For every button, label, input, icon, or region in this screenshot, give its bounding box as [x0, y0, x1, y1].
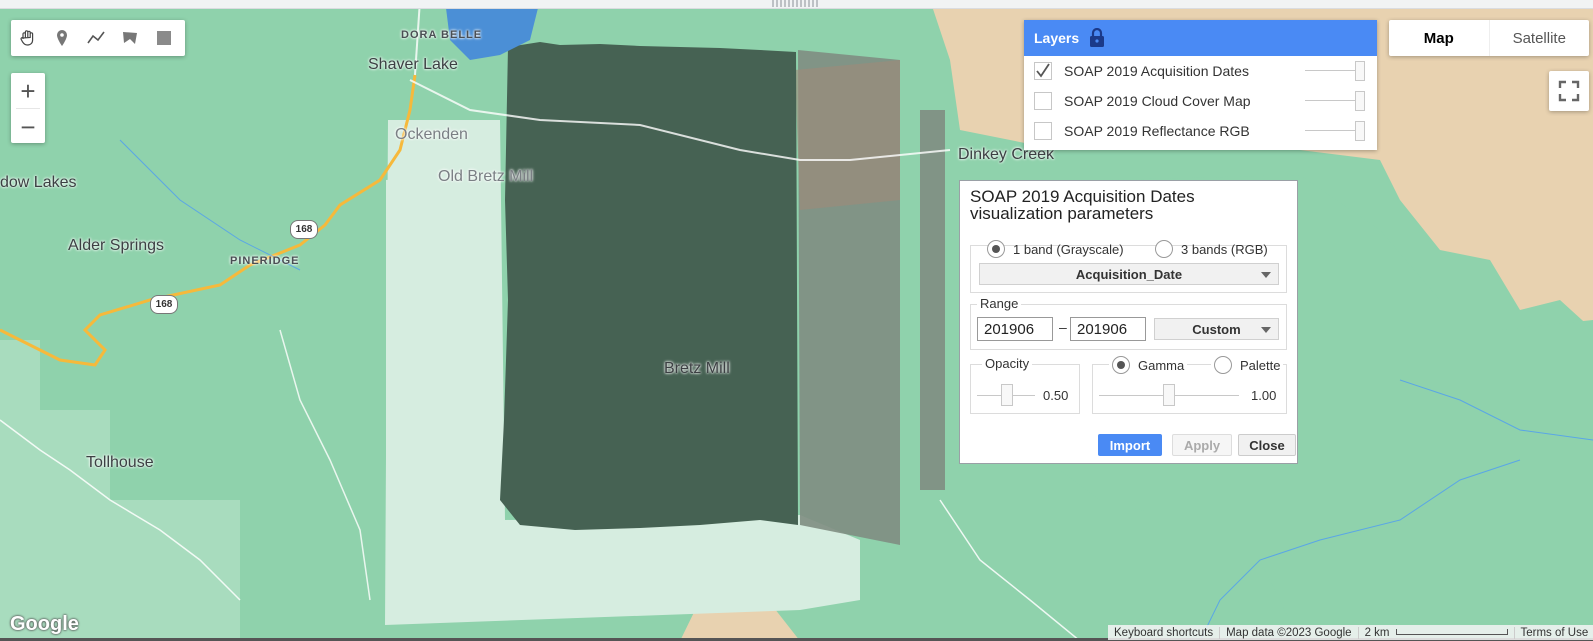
range-mode-select[interactable]: Custom	[1154, 318, 1279, 340]
import-button[interactable]: Import	[1098, 434, 1162, 456]
map-type-satellite-button[interactable]: Satellite	[1488, 20, 1590, 56]
terms-of-use-link[interactable]: Terms of Use	[1515, 627, 1593, 639]
lock-icon[interactable]	[1089, 28, 1105, 48]
map-data-credit: Map data ©2023 Google	[1220, 626, 1359, 639]
drawing-toolbar	[11, 20, 185, 56]
layer-row[interactable]: SOAP 2019 Cloud Cover Map	[1024, 86, 1377, 116]
range-mode-value: Custom	[1192, 321, 1241, 337]
scale-label: 2 km	[1364, 626, 1390, 639]
keyboard-shortcuts-link[interactable]: Keyboard shortcuts	[1108, 626, 1221, 639]
layer-checkbox[interactable]	[1034, 62, 1052, 80]
band-select-value: Acquisition_Date	[1075, 266, 1183, 282]
visualization-dialog: SOAP 2019 Acquisition Dates visualizatio…	[959, 180, 1298, 464]
chevron-down-icon	[1261, 272, 1271, 278]
layer-opacity-slider[interactable]	[1305, 121, 1365, 141]
dialog-title: SOAP 2019 Acquisition Dates visualizatio…	[970, 187, 1195, 223]
layers-header[interactable]: Layers	[1024, 20, 1377, 56]
gamma-option[interactable]: Gamma	[1109, 356, 1188, 375]
opacity-value: 0.50	[1043, 388, 1069, 403]
place-dow-lakes: dow Lakes	[0, 174, 77, 191]
layers-title: Layers	[1034, 30, 1080, 46]
hand-pan-icon[interactable]	[11, 20, 45, 56]
gamma-palette-fieldset: Gamma Palette 1.00	[1092, 356, 1287, 414]
zoom-in-button[interactable]: +	[11, 73, 45, 108]
google-logo: Google	[10, 613, 79, 635]
place-old-bretz-mill: Old Bretz Mill	[438, 168, 534, 185]
map-type-map-button[interactable]: Map	[1389, 20, 1489, 56]
layer-opacity-slider[interactable]	[1305, 91, 1365, 111]
gamma-value: 1.00	[1251, 388, 1277, 403]
rectangle-icon[interactable]	[147, 20, 181, 56]
route-shield: 168	[290, 220, 318, 239]
close-button[interactable]: Close	[1238, 434, 1296, 456]
zoom-out-button[interactable]: −	[11, 109, 45, 144]
range-fieldset: Range 201906 – 201906 Custom	[970, 296, 1287, 350]
scale-bar[interactable]: 2 km	[1359, 626, 1515, 639]
line-icon[interactable]	[79, 20, 113, 56]
place-shaver-lake: Shaver Lake	[368, 56, 458, 73]
place-tollhouse: Tollhouse	[86, 454, 154, 471]
opacity-fieldset: Opacity 0.50	[970, 356, 1080, 414]
palette-radio[interactable]	[1214, 356, 1232, 374]
place-dora-belle: DORA BELLE	[401, 29, 483, 41]
band-mode-3-option[interactable]: 3 bands (RGB)	[1155, 240, 1268, 258]
polygon-icon[interactable]	[113, 20, 147, 56]
range-separator: –	[1059, 319, 1067, 335]
apply-button[interactable]: Apply	[1172, 434, 1232, 456]
band-mode-1-radio[interactable]	[987, 240, 1005, 258]
checkmark-icon	[1036, 63, 1050, 78]
layer-checkbox[interactable]	[1034, 92, 1052, 110]
layer-checkbox[interactable]	[1034, 122, 1052, 140]
place-pineridge: PINERIDGE	[230, 255, 300, 267]
layer-footprint-dark	[500, 42, 798, 530]
band-fieldset: 1 band (Grayscale) 3 bands (RGB) Acquisi…	[970, 240, 1287, 293]
chevron-down-icon	[1261, 327, 1271, 333]
map-attribution: Keyboard shortcuts Map data ©2023 Google…	[1108, 625, 1593, 640]
band-select[interactable]: Acquisition_Date	[979, 263, 1279, 285]
place-ockenden: Ockenden	[395, 126, 468, 143]
palette-label: Palette	[1240, 357, 1281, 373]
gamma-label: Gamma	[1138, 357, 1185, 373]
place-alder-springs: Alder Springs	[68, 237, 165, 254]
highway-168	[0, 74, 417, 367]
route-shield: 168	[150, 295, 178, 314]
layers-panel: Layers SOAP 2019 Acquisition Dates SOAP …	[1024, 20, 1377, 150]
fullscreen-button[interactable]	[1549, 71, 1589, 111]
layer-label: SOAP 2019 Acquisition Dates	[1064, 63, 1249, 79]
range-label: Range	[977, 296, 1022, 311]
layer-row[interactable]: SOAP 2019 Reflectance RGB	[1024, 116, 1377, 146]
layer-row[interactable]: SOAP 2019 Acquisition Dates	[1024, 56, 1377, 86]
band-mode-3-radio[interactable]	[1155, 240, 1173, 258]
layer-label: SOAP 2019 Cloud Cover Map	[1064, 93, 1251, 109]
band-mode-1-option[interactable]: 1 band (Grayscale)	[987, 240, 1124, 258]
gamma-radio[interactable]	[1112, 356, 1130, 374]
resize-grip[interactable]	[772, 0, 820, 7]
layer-opacity-slider[interactable]	[1305, 61, 1365, 81]
zoom-control: + −	[11, 73, 45, 143]
layer-label: SOAP 2019 Reflectance RGB	[1064, 123, 1250, 139]
scale-line	[1395, 629, 1508, 636]
opacity-label: Opacity	[982, 356, 1033, 371]
point-marker-icon[interactable]	[45, 20, 79, 56]
range-max-input[interactable]: 201906	[1070, 317, 1146, 341]
band-mode-1-label: 1 band (Grayscale)	[1013, 241, 1124, 257]
range-min-input[interactable]: 201906	[977, 317, 1053, 341]
band-mode-3-label: 3 bands (RGB)	[1181, 241, 1268, 257]
place-bretz-mill: Bretz Mill	[664, 360, 730, 377]
map-type-control: Map Satellite	[1389, 20, 1589, 56]
fullscreen-icon	[1558, 80, 1580, 102]
palette-option[interactable]: Palette	[1211, 356, 1284, 375]
